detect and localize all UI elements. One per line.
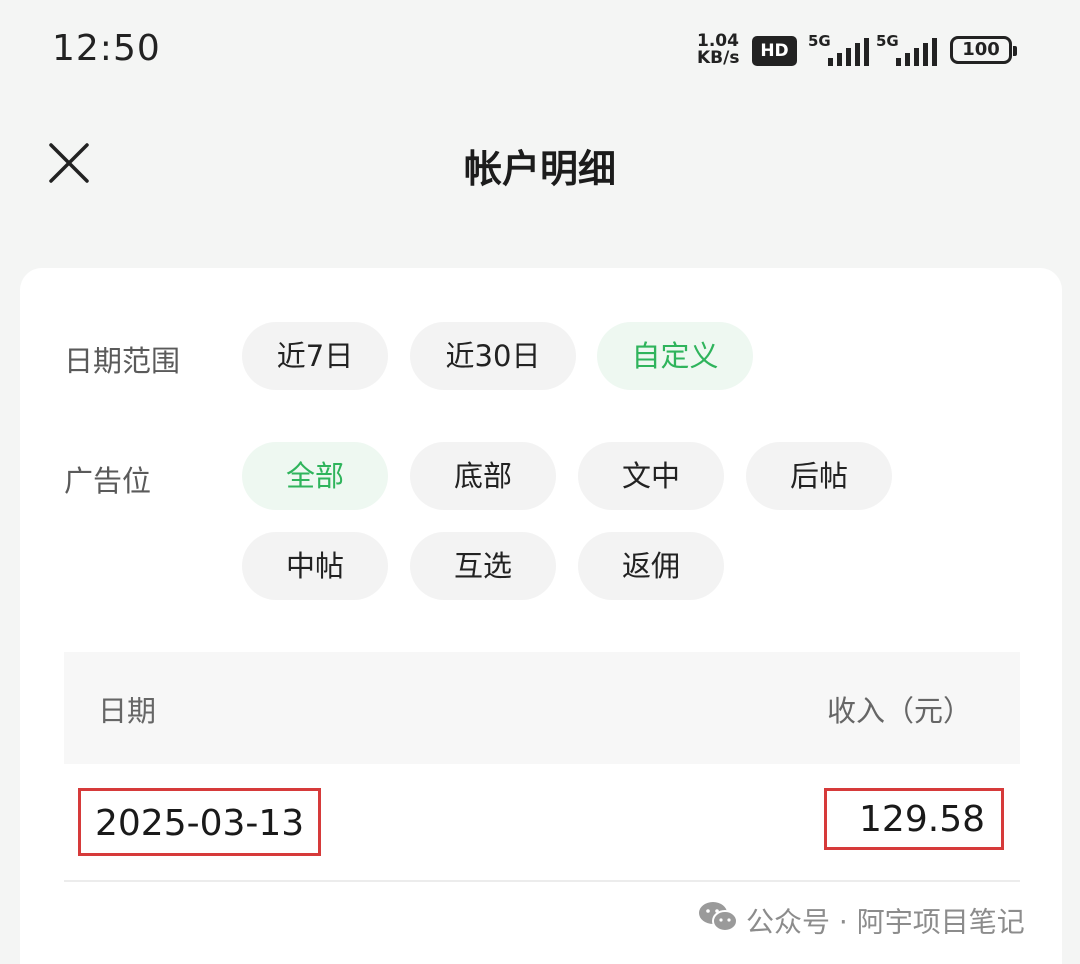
table-header: 日期 收入（元） xyxy=(64,652,1020,764)
chip-ad-after-post[interactable]: 后帖 xyxy=(746,442,892,510)
watermark: 公众号 · 阿宇项目笔记 xyxy=(698,900,1025,940)
account-detail-card: 日期范围 近7日 近30日 自定义 广告位 全部 底部 文中 后帖 中帖 互选 … xyxy=(20,268,1062,964)
hd-label: HD xyxy=(760,41,789,61)
chip-ad-all[interactable]: 全部 xyxy=(242,442,388,510)
chip-ad-mutual-select[interactable]: 互选 xyxy=(410,532,556,600)
date-range-label: 日期范围 xyxy=(64,344,181,378)
chip-ad-in-article[interactable]: 文中 xyxy=(578,442,724,510)
battery-level: 100 xyxy=(962,39,1000,60)
chip-last-30-days[interactable]: 近30日 xyxy=(410,322,576,390)
column-header-date: 日期 xyxy=(98,694,157,728)
table-row: 2025-03-13 129.58 xyxy=(64,764,1020,882)
network-speed-unit: KB/s xyxy=(697,48,740,68)
network-speed: 1.04 KB/s xyxy=(697,33,745,67)
ad-slot-label: 广告位 xyxy=(64,464,152,498)
chip-custom-range[interactable]: 自定义 xyxy=(597,322,753,390)
chip-last-7-days[interactable]: 近7日 xyxy=(242,322,388,390)
chip-ad-bottom[interactable]: 底部 xyxy=(410,442,556,510)
watermark-text: 公众号 · 阿宇项目笔记 xyxy=(746,905,1025,939)
chip-ad-mid-post[interactable]: 中帖 xyxy=(242,532,388,600)
battery-icon: 100 xyxy=(950,36,1017,64)
column-header-income: 收入（元） xyxy=(826,694,972,728)
row-date: 2025-03-13 xyxy=(78,788,322,856)
row-income: 129.58 xyxy=(824,788,1004,850)
page-title: 帐户明细 xyxy=(463,147,616,191)
wechat-icon xyxy=(698,900,738,945)
status-time: 12:50 xyxy=(52,28,161,69)
status-bar: 12:50 1.04 KB/s HD 5G 5G 100 xyxy=(0,0,1080,100)
hd-voice-icon: HD xyxy=(752,36,797,66)
chip-ad-commission[interactable]: 返佣 xyxy=(578,532,724,600)
